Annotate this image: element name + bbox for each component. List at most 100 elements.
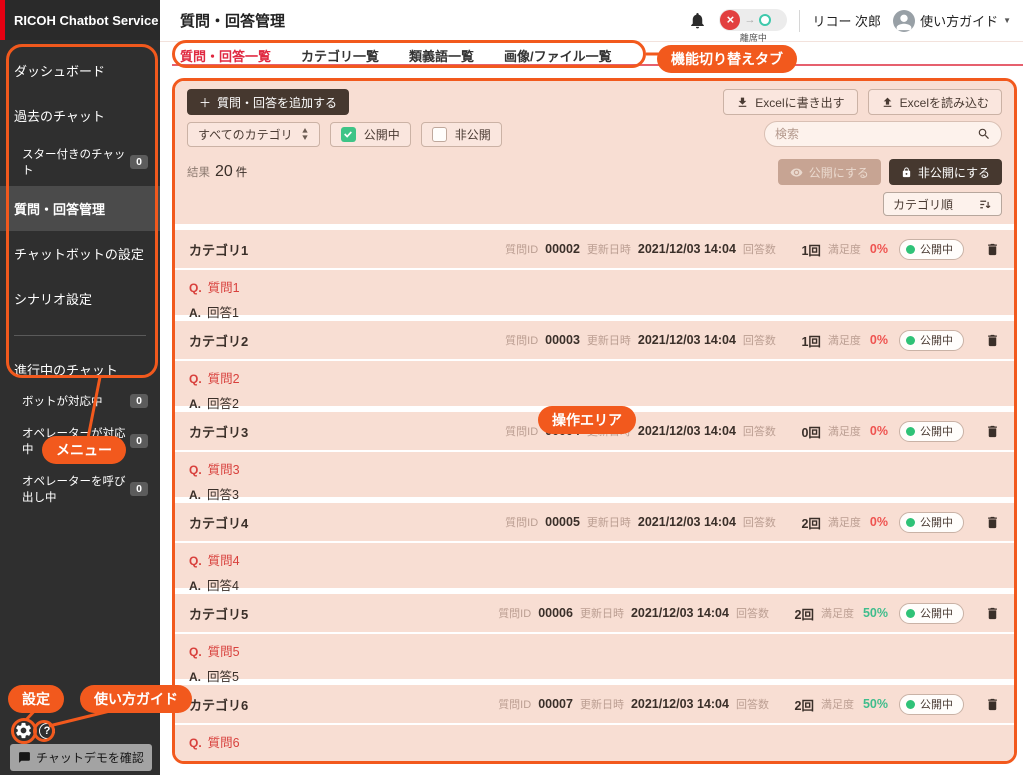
qa-item-meta: 質問ID 00003 更新日時 2021/12/03 14:04 回答数 1回 … <box>505 330 1000 351</box>
sidebar-item-qa-management[interactable]: 質問・回答管理 <box>0 186 160 231</box>
sidebar-item-starred-chats[interactable]: スター付きのチャット 0 <box>0 138 160 186</box>
qa-list: カテゴリ1 質問ID 00002 更新日時 2021/12/03 14:04 回… <box>175 230 1014 764</box>
sidebar-bottom-icons: ? <box>14 721 55 740</box>
sidebar-item-chatbot-settings[interactable]: チャットボットの設定 <box>0 231 160 276</box>
answers-value: 1回 <box>783 331 821 350</box>
satisfaction-label: 満足度 <box>828 423 861 439</box>
chat-demo-button[interactable]: チャットデモを確認 <box>10 744 152 771</box>
a-prefix: A. <box>189 488 201 502</box>
trash-icon[interactable] <box>985 333 1000 348</box>
trash-icon[interactable] <box>985 242 1000 257</box>
excel-import-button[interactable]: Excelを読み込む <box>868 89 1002 115</box>
trash-icon[interactable] <box>985 515 1000 530</box>
category-name: カテゴリ1 <box>189 240 248 259</box>
satisfaction-value: 0% <box>870 333 888 347</box>
sort-select[interactable]: カテゴリ順 <box>883 192 1002 216</box>
satisfaction-label: 満足度 <box>821 605 854 621</box>
search-icon[interactable] <box>977 127 991 141</box>
question-link[interactable]: 質問5 <box>208 641 240 660</box>
qa-item-body: Q. 質問1 A. 回答1 <box>175 270 1014 321</box>
page-title: 質問・回答管理 <box>180 10 285 31</box>
sort-label: カテゴリ順 <box>893 196 953 213</box>
question-link[interactable]: 質問6 <box>208 732 240 751</box>
answers-label: 回答数 <box>743 514 776 530</box>
qa-item-body: Q. 質問6 A. 回答6 <box>175 725 1014 764</box>
satisfaction-value: 0% <box>870 515 888 529</box>
excel-export-button[interactable]: Excelに書き出す <box>723 89 857 115</box>
satisfaction-label: 満足度 <box>828 514 861 530</box>
sidebar-item-past-chats[interactable]: 過去のチャット <box>0 93 160 138</box>
lock-icon <box>901 167 912 178</box>
tab-category-list[interactable]: カテゴリ一覧 <box>301 46 379 65</box>
sidebar-item-dashboard[interactable]: ダッシュボード <box>0 48 160 93</box>
help-icon[interactable]: ? <box>39 723 55 739</box>
search-input[interactable] <box>775 127 977 141</box>
public-dot-icon <box>906 609 915 618</box>
satisfaction-value: 50% <box>863 606 888 620</box>
sidebar-item-label: スター付きのチャット <box>22 146 130 178</box>
qa-list-item[interactable]: カテゴリ2 質問ID 00003 更新日時 2021/12/03 14:04 回… <box>175 321 1014 406</box>
qa-list-item[interactable]: カテゴリ5 質問ID 00006 更新日時 2021/12/03 14:04 回… <box>175 594 1014 679</box>
satisfaction-value: 0% <box>870 424 888 438</box>
category-name: カテゴリ4 <box>189 513 248 532</box>
sidebar-item-bot-handling[interactable]: ボットが対応中 0 <box>0 385 160 417</box>
tab-image-file-list[interactable]: 画像/ファイル一覧 <box>504 46 612 65</box>
trash-icon[interactable] <box>985 606 1000 621</box>
answers-label: 回答数 <box>743 423 776 439</box>
question-link[interactable]: 質問3 <box>208 459 240 478</box>
status-badge: 公開中 <box>899 694 964 715</box>
filter-public-checkbox[interactable]: 公開中 <box>330 122 411 147</box>
filter-private-checkbox[interactable]: 非公開 <box>421 122 502 147</box>
qa-list-item[interactable]: カテゴリ1 質問ID 00002 更新日時 2021/12/03 14:04 回… <box>175 230 1014 315</box>
trash-icon[interactable] <box>985 697 1000 712</box>
public-dot-icon <box>906 336 915 345</box>
tab-synonym-list[interactable]: 類義語一覧 <box>409 46 474 65</box>
answers-label: 回答数 <box>736 605 769 621</box>
sidebar-item-scenario-settings[interactable]: シナリオ設定 <box>0 276 160 321</box>
question-link[interactable]: 質問4 <box>208 550 240 569</box>
qa-item-body: Q. 質問3 A. 回答3 <box>175 452 1014 503</box>
qid-value: 00007 <box>538 697 573 711</box>
answer-text: 回答5 <box>207 666 239 685</box>
category-filter-select[interactable]: すべてのカテゴリ <box>187 122 320 147</box>
presence-toggle[interactable]: × → <box>719 9 787 31</box>
checkbox-checked-icon <box>341 127 356 142</box>
tab-qa-list[interactable]: 質問・回答一覧 <box>180 46 271 65</box>
unpublish-button[interactable]: 非公開にする <box>889 159 1002 185</box>
sidebar-item-operator-calling[interactable]: オペレーターを呼び出し中 0 <box>0 465 160 513</box>
sidebar: RICOH Chatbot Service ダッシュボード 過去のチャット スタ… <box>0 0 160 775</box>
publish-button[interactable]: 公開にする <box>778 159 881 185</box>
qa-item-header: カテゴリ1 質問ID 00002 更新日時 2021/12/03 14:04 回… <box>175 230 1014 270</box>
plus-icon: ＋ <box>199 94 211 111</box>
qid-label: 質問ID <box>505 332 538 348</box>
filter-block: ＋ 質問・回答を追加する Excelに書き出す Excelを読み込む す <box>175 81 1014 224</box>
category-name: カテゴリ3 <box>189 422 248 441</box>
status-badge-label: 公開中 <box>920 241 953 257</box>
updated-value: 2021/12/03 14:04 <box>631 697 729 711</box>
question-link[interactable]: 質問1 <box>208 277 240 296</box>
qid-label: 質問ID <box>505 514 538 530</box>
updated-value: 2021/12/03 14:04 <box>638 515 736 529</box>
gear-icon[interactable] <box>14 721 33 740</box>
satisfaction-value: 0% <box>870 242 888 256</box>
public-dot-icon <box>906 427 915 436</box>
add-qa-button[interactable]: ＋ 質問・回答を追加する <box>187 89 349 115</box>
qid-label: 質問ID <box>498 696 531 712</box>
unpublish-label: 非公開にする <box>918 164 990 181</box>
answers-value: 2回 <box>776 604 814 623</box>
question-link[interactable]: 質問2 <box>208 368 240 387</box>
sort-icon <box>979 198 992 211</box>
arrow-icon: → <box>744 14 755 26</box>
trash-icon[interactable] <box>985 424 1000 439</box>
qa-list-item[interactable]: カテゴリ6 質問ID 00007 更新日時 2021/12/03 14:04 回… <box>175 685 1014 764</box>
updated-value: 2021/12/03 14:04 <box>631 606 729 620</box>
guide-dropdown[interactable]: 使い方ガイド ▼ <box>893 10 1011 32</box>
count-badge: 0 <box>130 482 148 496</box>
eye-icon <box>790 166 803 179</box>
category-name: カテゴリ5 <box>189 604 248 623</box>
sidebar-item-label: 過去のチャット <box>14 109 105 124</box>
answers-label: 回答数 <box>743 332 776 348</box>
bell-icon[interactable] <box>688 11 707 30</box>
qa-list-item[interactable]: カテゴリ4 質問ID 00005 更新日時 2021/12/03 14:04 回… <box>175 503 1014 588</box>
top-bar: 質問・回答管理 × → 離席中 リコー 次郎 使い方ガイド ▼ <box>160 0 1023 42</box>
